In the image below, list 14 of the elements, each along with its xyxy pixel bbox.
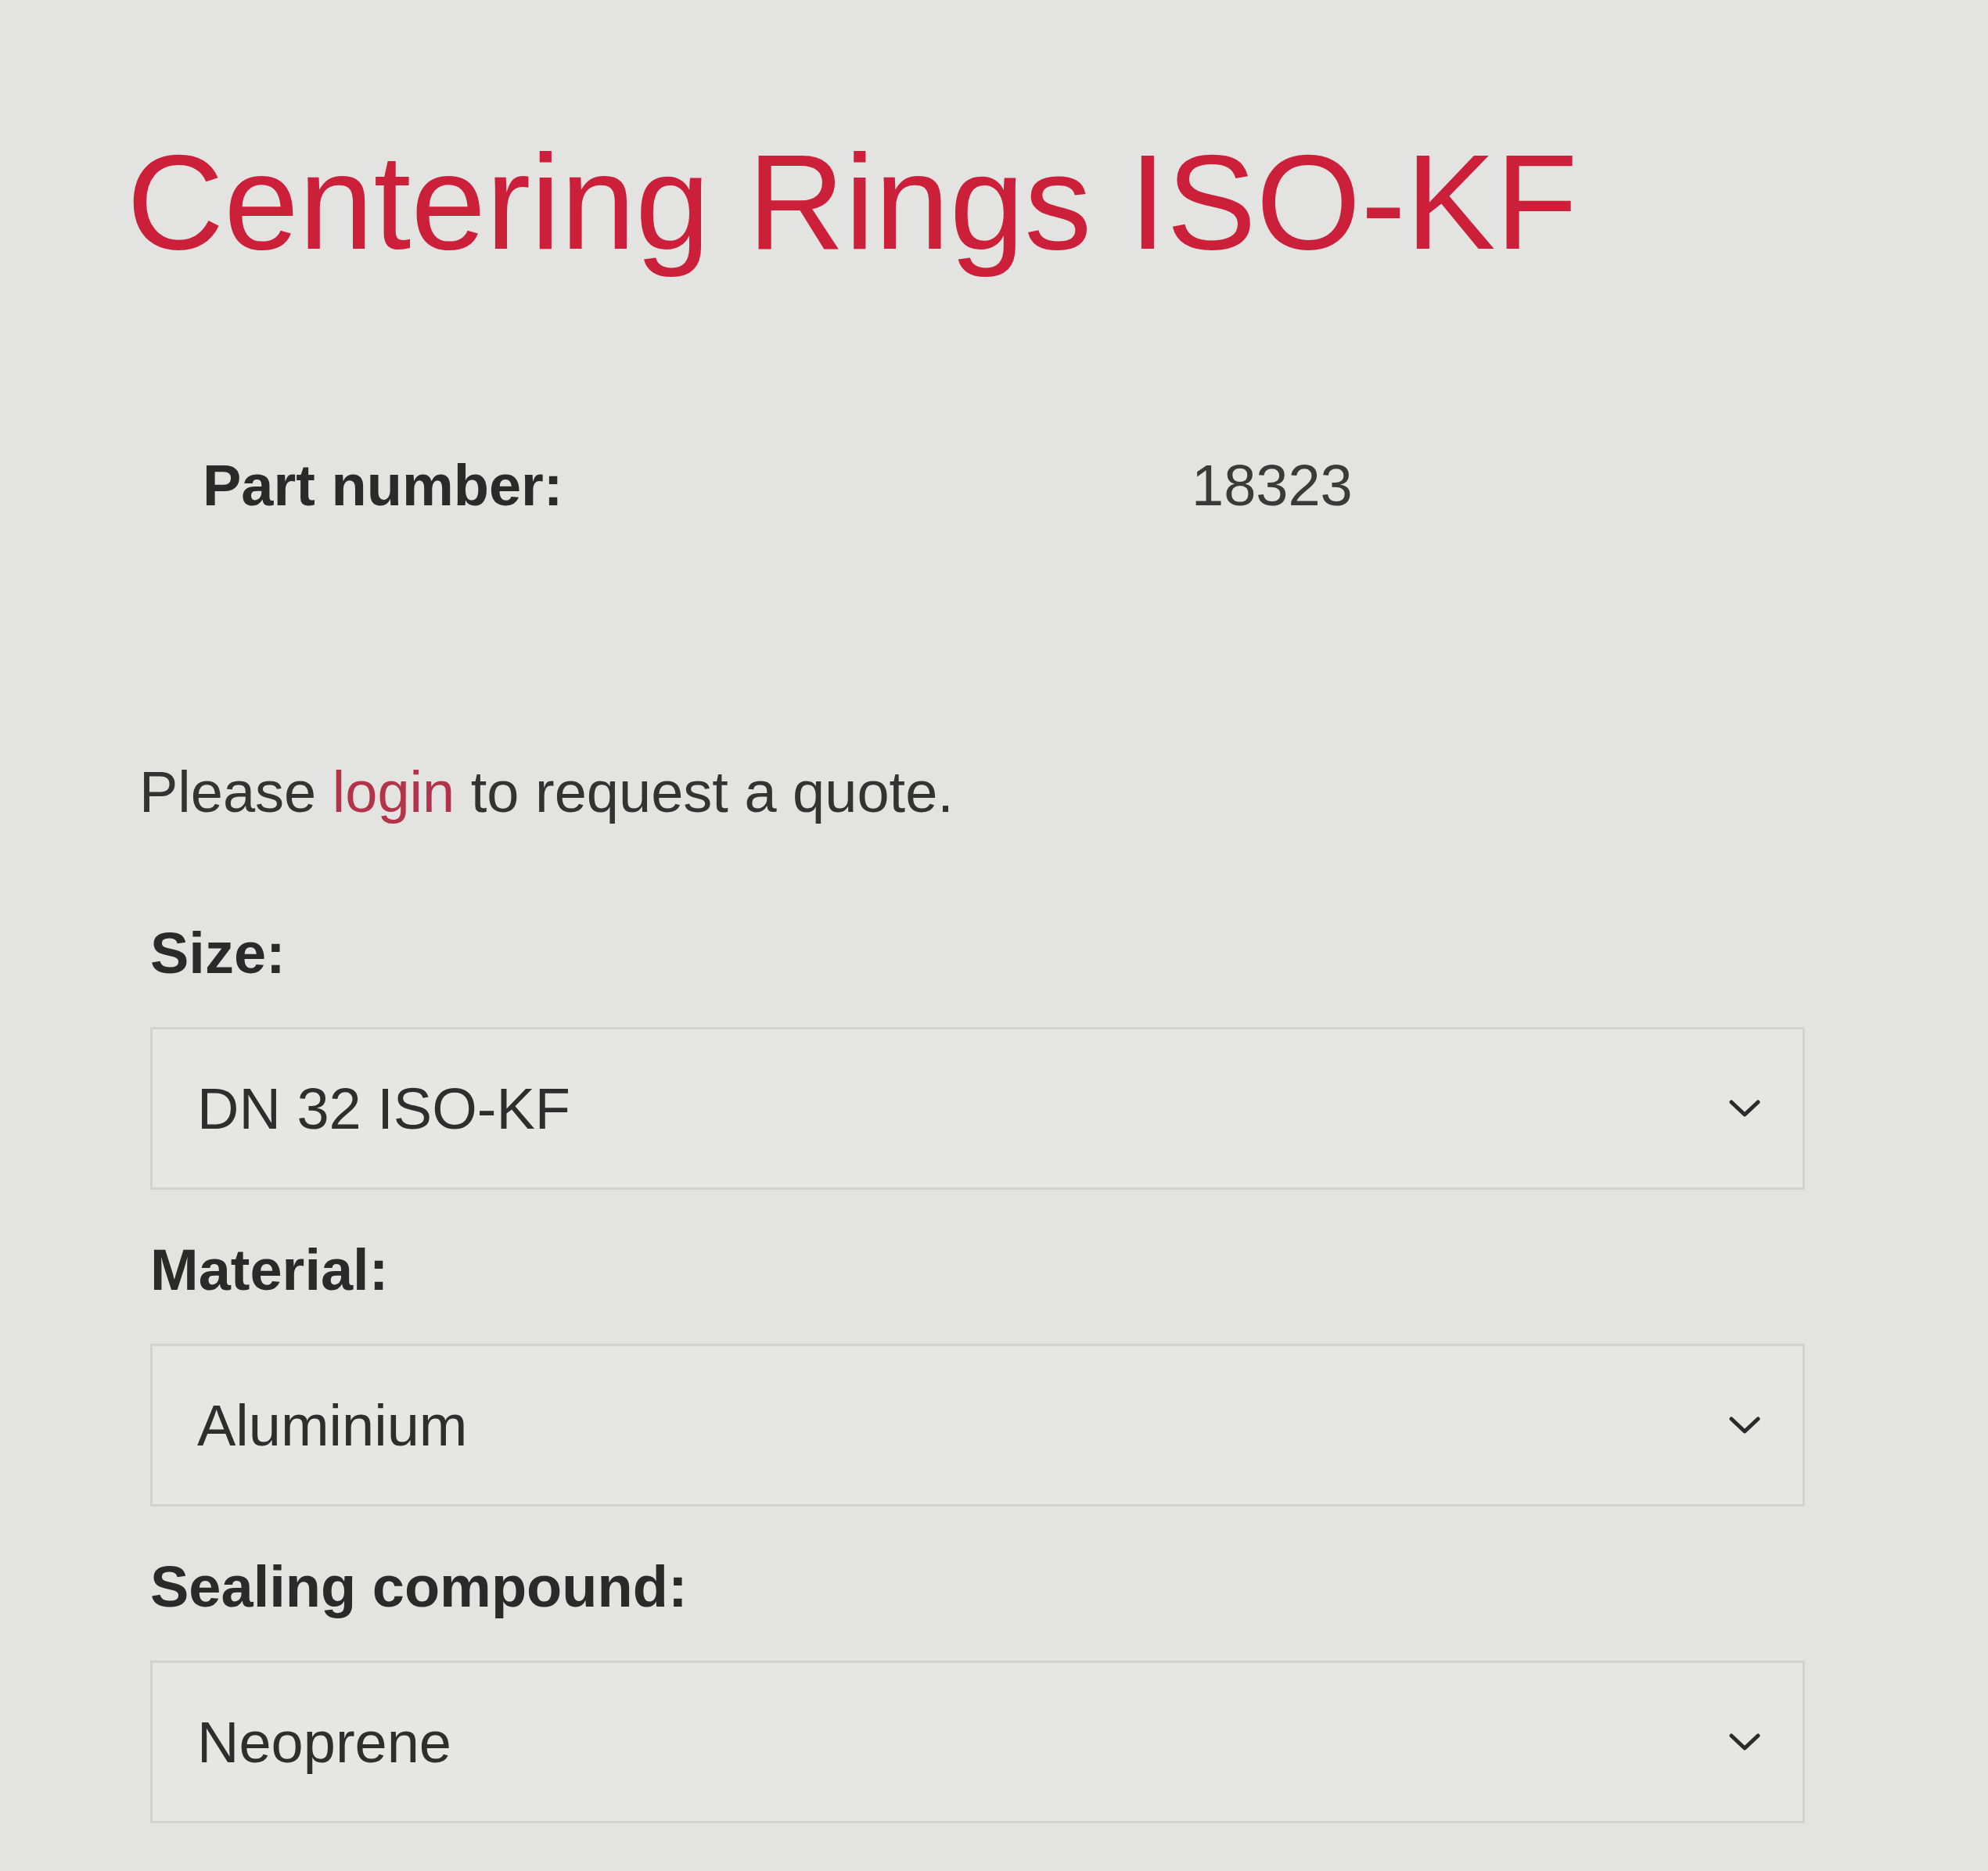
- dropdown-field[interactable]: DN 32 ISO-KF: [150, 1027, 1805, 1190]
- field-label: Sealing compound:: [150, 1553, 688, 1621]
- quote-notice: Please login to request a quote.: [139, 758, 954, 825]
- part-number-value: 18323: [1192, 451, 1353, 519]
- field-label: Material:: [150, 1237, 389, 1304]
- login-link[interactable]: login: [332, 759, 455, 824]
- chevron-down-icon: [1729, 1417, 1760, 1435]
- field-label: Size:: [150, 920, 286, 987]
- part-number-label: Part number:: [203, 451, 564, 519]
- dropdown-field[interactable]: Aluminium: [150, 1344, 1805, 1507]
- chevron-down-icon: [1729, 1100, 1760, 1118]
- page-title: Centering Rings ISO-KF: [127, 126, 1578, 278]
- dropdown-field[interactable]: Neoprene: [150, 1661, 1805, 1824]
- chevron-down-icon: [1729, 1733, 1760, 1751]
